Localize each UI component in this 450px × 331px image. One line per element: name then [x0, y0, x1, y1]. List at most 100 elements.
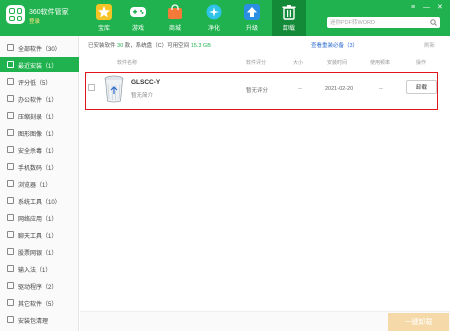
software-manager-window: 360软件管家 登录 宝库 游戏 商城 净化 升级 卸载 ≡ — ✕ 迷你PDF…	[0, 0, 450, 331]
sidebar-item-browser[interactable]: 浏览器（1）	[0, 176, 79, 191]
recycle-bin-icon	[104, 75, 124, 103]
chat-icon	[7, 231, 14, 238]
sidebar-item-label: 评分低（5）	[18, 81, 52, 87]
tools-icon	[7, 197, 14, 204]
tab-uninstall[interactable]: 卸载	[272, 0, 306, 36]
sidebar-item-label: 网络应用（1）	[18, 217, 58, 223]
sidebar-item-recent[interactable]: 最近安装（1）	[0, 57, 79, 72]
sidebar-item-label: 聊天工具（1）	[18, 234, 58, 240]
star-icon	[96, 4, 112, 20]
login-link[interactable]: 登录	[29, 17, 40, 25]
column-header-size: 大小	[293, 60, 304, 66]
sidebar-item-label: 其它软件（5）	[18, 302, 58, 308]
sidebar-item-input-method[interactable]: 输入法（1）	[0, 261, 79, 276]
stocks-icon	[7, 248, 14, 255]
broom-icon	[7, 316, 14, 323]
row-checkbox[interactable]	[88, 84, 95, 91]
stats-prefix: 已安装软件	[88, 43, 118, 49]
tab-label: 宝库	[97, 26, 110, 32]
tab-label: 净化	[207, 26, 220, 32]
search-icon[interactable]	[430, 19, 437, 26]
software-name: GLSCC-Y	[131, 79, 161, 86]
tab-label: 升级	[245, 26, 258, 32]
install-date: 2021-02-20	[325, 86, 354, 92]
tab-upgrade[interactable]: 升级	[235, 0, 269, 36]
tab-label: 卸载	[282, 26, 295, 32]
software-size: --	[298, 86, 302, 92]
sidebar-item-label: 图形图像（1）	[18, 132, 58, 138]
close-icon[interactable]: ✕	[437, 4, 443, 11]
sidebar-item-label: 压缩刻录（1）	[18, 115, 58, 121]
network-icon	[7, 214, 14, 221]
one-key-uninstall-button[interactable]: 一键卸载	[388, 313, 449, 331]
driver-icon	[7, 282, 14, 289]
tab-treasury[interactable]: 宝库	[87, 0, 121, 36]
tab-games[interactable]: 游戏	[121, 0, 155, 36]
purify-icon	[206, 4, 222, 20]
sidebar-item-mobile[interactable]: 手机数码（1）	[0, 159, 79, 174]
shopping-bag-icon	[168, 4, 182, 19]
search-input[interactable]	[327, 17, 440, 28]
sidebar-item-all[interactable]: 全部软件（30）	[0, 40, 79, 55]
tab-store[interactable]: 商城	[158, 0, 192, 36]
compress-icon	[7, 112, 14, 119]
sidebar-item-label: 驱动程序（2）	[18, 285, 58, 291]
sidebar-item-other[interactable]: 其它软件（5）	[0, 295, 79, 310]
browser-icon	[7, 180, 14, 187]
sidebar-item-label: 最近安装（1）	[18, 64, 58, 70]
sidebar-item-label: 办公软件（1）	[18, 98, 58, 104]
tab-label: 商城	[168, 26, 181, 32]
column-header-rating: 软件评分	[246, 60, 267, 66]
sidebar-item-security[interactable]: 安全杀毒（1）	[0, 142, 79, 157]
tab-label: 游戏	[131, 26, 144, 32]
refresh-button[interactable]: 刷新	[424, 41, 435, 49]
column-header-name: 软件名称	[117, 60, 138, 66]
rating-icon	[7, 78, 14, 85]
uninstall-button[interactable]: 卸载	[406, 80, 437, 94]
sidebar-item-stocks[interactable]: 股票网银（1）	[0, 244, 79, 259]
sidebar-item-label: 股票网银（1）	[18, 251, 58, 257]
app-logo-icon	[6, 5, 25, 24]
column-header-action: 操作	[416, 60, 427, 66]
office-icon	[7, 95, 14, 102]
sidebar-item-network[interactable]: 网络应用（1）	[0, 210, 79, 225]
sidebar-item-label: 系统工具（10）	[18, 200, 61, 206]
keyboard-icon	[7, 265, 14, 272]
phone-icon	[7, 163, 14, 170]
sidebar-item-drivers[interactable]: 驱动程序（2）	[0, 278, 79, 293]
sidebar-item-label: 安装包清理	[18, 319, 49, 325]
category-sidebar: 全部软件（30） 最近安装（1） 评分低（5） 办公软件（1） 压缩刻录（1） …	[0, 36, 79, 331]
sidebar-item-label: 安全杀毒（1）	[18, 149, 58, 155]
sidebar-item-system-tools[interactable]: 系统工具（10）	[0, 193, 79, 208]
software-rating: 暂无评分	[246, 88, 269, 94]
free-space: 15.3 GB	[190, 43, 211, 49]
tab-purify[interactable]: 净化	[197, 0, 231, 36]
minimize-icon[interactable]: —	[423, 4, 430, 11]
sidebar-item-low-rating[interactable]: 评分低（5）	[0, 74, 79, 89]
grid-icon	[7, 44, 14, 51]
reinstall-essentials-link[interactable]: 查看重装必备（3）	[311, 41, 358, 49]
software-description: 暂无简介	[131, 93, 154, 99]
sidebar-item-label: 输入法（1）	[18, 268, 52, 274]
sidebar-item-label: 手机数码（1）	[18, 166, 58, 172]
column-header-frequency: 使用频率	[370, 60, 391, 66]
folder-icon	[7, 299, 14, 306]
stats-middle: 款，系统盘（C）可用空间	[123, 43, 191, 49]
sidebar-item-office[interactable]: 办公软件（1）	[0, 91, 79, 106]
app-name: 360软件管家	[29, 9, 69, 16]
sidebar-item-label: 浏览器（1）	[18, 183, 52, 189]
upgrade-arrow-icon	[244, 4, 260, 20]
sidebar-item-graphics[interactable]: 图形图像（1）	[0, 125, 79, 140]
column-header-install-time: 安装时间	[327, 60, 348, 66]
sidebar-item-package-cleanup[interactable]: 安装包清理	[0, 312, 79, 327]
sidebar-item-label: 全部软件（30）	[18, 47, 61, 53]
image-icon	[7, 129, 14, 136]
clock-icon	[7, 61, 14, 68]
usage-frequency: --	[379, 86, 383, 92]
install-stats: 已安装软件 30 款，系统盘（C）可用空间 15.3 GB	[88, 41, 211, 49]
menu-icon[interactable]: ≡	[411, 4, 415, 11]
sidebar-item-chat[interactable]: 聊天工具（1）	[0, 227, 79, 242]
trash-icon	[282, 5, 296, 20]
gamepad-icon	[130, 7, 146, 17]
sidebar-item-compress[interactable]: 压缩刻录（1）	[0, 108, 79, 123]
